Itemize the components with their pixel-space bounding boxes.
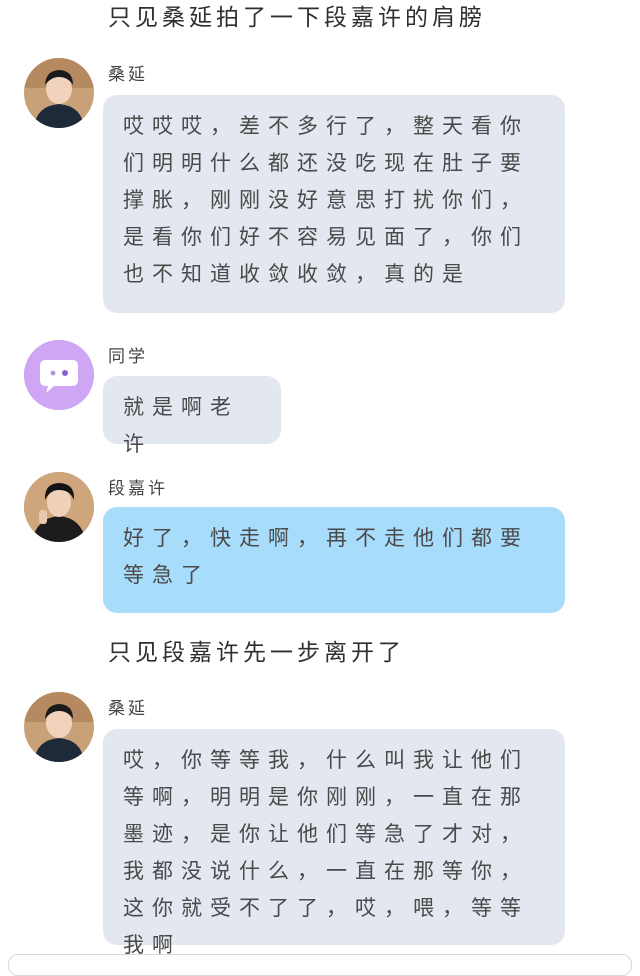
avatar-sangyan[interactable] bbox=[24, 58, 94, 128]
sender-name: 桑延 bbox=[108, 699, 148, 719]
sender-name: 同学 bbox=[108, 347, 148, 367]
chat-bubble-icon bbox=[24, 340, 94, 410]
sender-name: 桑延 bbox=[108, 65, 148, 85]
sender-name: 段嘉许 bbox=[108, 479, 168, 499]
person-avatar-icon bbox=[24, 692, 94, 762]
message-bubble[interactable]: 就是啊老许 bbox=[103, 376, 281, 456]
message-bubble[interactable]: 哎哎哎，差不多行了，整天看你们明明什么都还没吃现在肚子要撑胀，刚刚没好意思打扰你… bbox=[103, 95, 565, 313]
person-avatar-icon bbox=[24, 58, 94, 128]
input-bar[interactable] bbox=[8, 954, 632, 976]
avatar-sangyan[interactable] bbox=[24, 692, 94, 762]
narration-text: 只见段嘉许先一步离开了 bbox=[108, 640, 405, 666]
message-bubble[interactable]: 好了，快走啊，再不走他们都要等急了 bbox=[103, 507, 565, 613]
person-avatar-icon bbox=[24, 472, 94, 542]
avatar-duanjiaxu[interactable] bbox=[24, 472, 94, 542]
narration-text: 只见桑延拍了一下段嘉许的肩膀 bbox=[108, 5, 486, 31]
avatar-tongxue[interactable] bbox=[24, 340, 94, 410]
message-bubble[interactable]: 哎，你等等我，什么叫我让他们等啊，明明是你刚刚，一直在那墨迹，是你让他们等急了才… bbox=[103, 729, 565, 957]
